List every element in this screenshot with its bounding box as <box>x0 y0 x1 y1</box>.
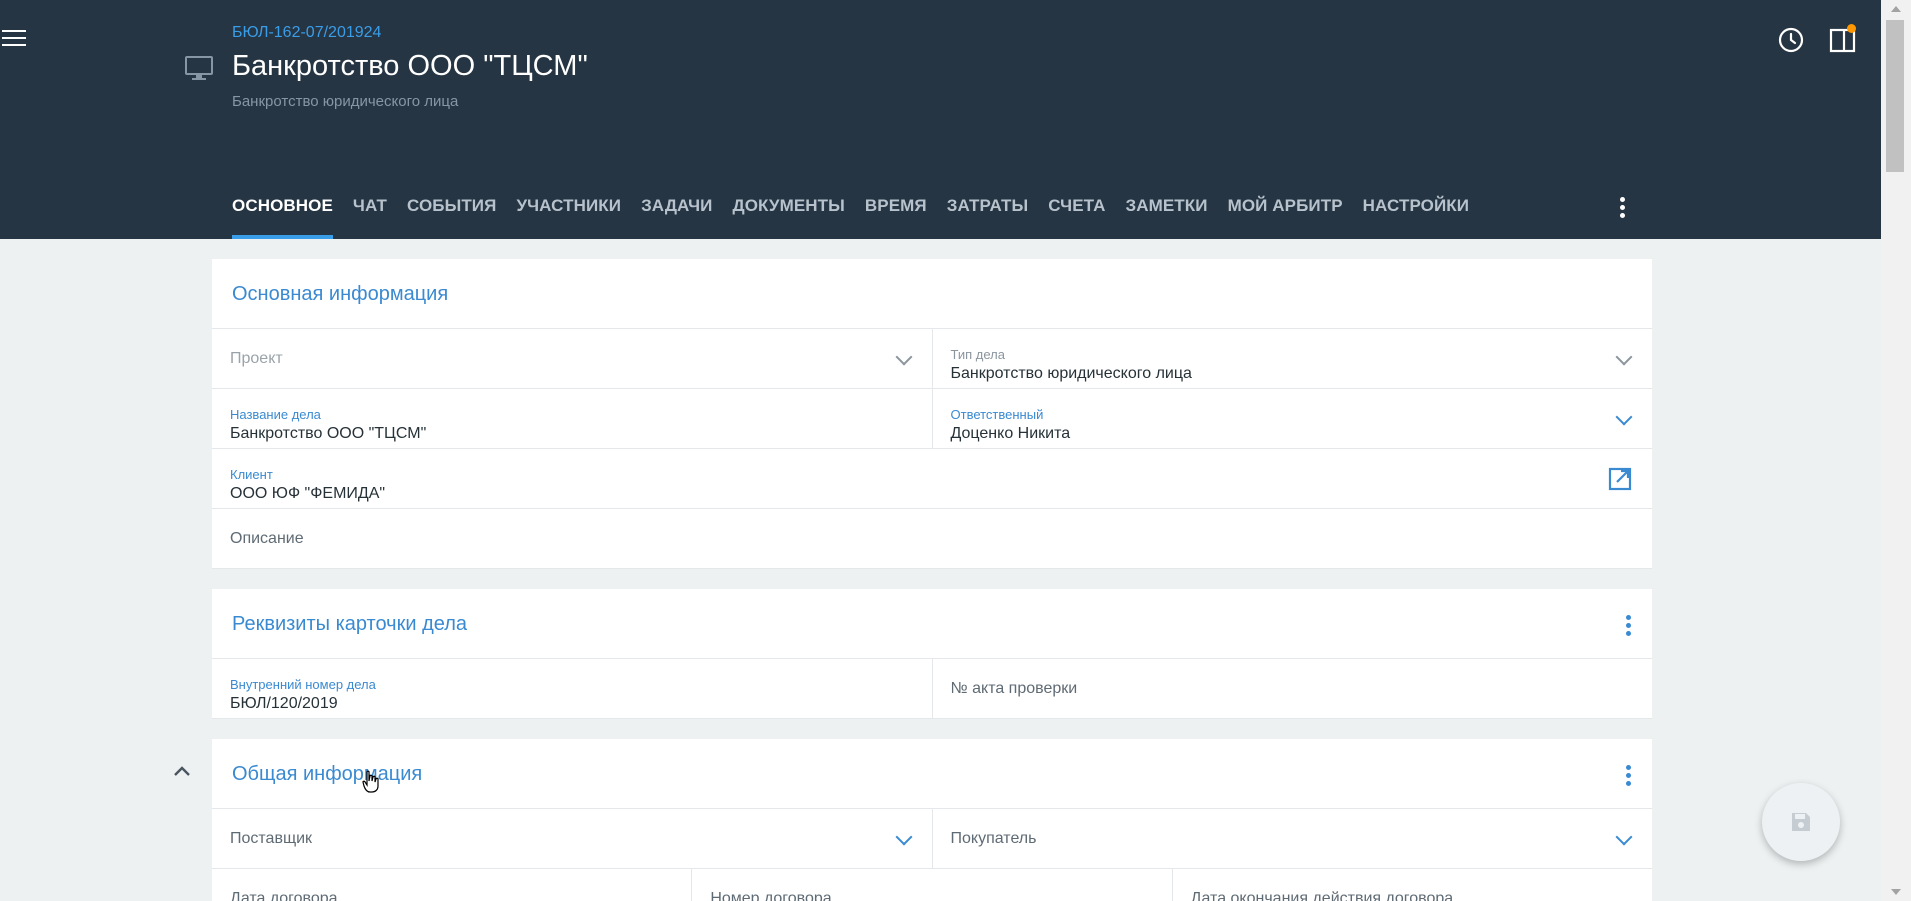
tab-invoices[interactable]: СЧЕТА <box>1048 196 1105 239</box>
general-info-card: Общая информация Поставщик Покупатель Да… <box>212 739 1652 901</box>
scrollbar-thumb[interactable] <box>1886 20 1904 172</box>
tab-events[interactable]: СОБЫТИЯ <box>407 196 496 239</box>
supplier-placeholder: Поставщик <box>230 830 313 847</box>
more-vert-icon[interactable] <box>1612 197 1632 221</box>
responsible-value: Доценко Никита <box>950 425 1071 442</box>
tab-bar: ОСНОВНОЕ ЧАТ СОБЫТИЯ УЧАСТНИКИ ЗАДАЧИ ДО… <box>232 196 1489 239</box>
chevron-down-icon[interactable] <box>895 348 912 366</box>
act-number-placeholder: № акта проверки <box>950 680 1078 697</box>
tab-time[interactable]: ВРЕМЯ <box>865 196 927 239</box>
more-vert-icon[interactable] <box>1618 615 1638 637</box>
client-field[interactable]: Клиент ООО ЮФ "ФЕМИДА" <box>212 449 1652 508</box>
page-title: Банкротство ООО "ТЦСМ" <box>232 50 588 82</box>
scroll-up-icon[interactable] <box>1891 6 1901 12</box>
description-field[interactable]: Описание <box>212 509 1652 568</box>
buyer-placeholder: Покупатель <box>950 830 1037 847</box>
project-placeholder: Проект <box>230 350 283 367</box>
tab-main[interactable]: ОСНОВНОЕ <box>232 196 333 239</box>
chevron-up-icon[interactable] <box>173 764 191 782</box>
act-number-field[interactable]: № акта проверки <box>931 659 1653 718</box>
supplier-select[interactable]: Поставщик <box>212 809 932 868</box>
card-header: Реквизиты карточки дела <box>212 589 1652 659</box>
card-title: Основная информация <box>232 283 449 305</box>
card-header: Основная информация <box>212 259 1652 329</box>
card-title: Общая информация <box>232 763 423 785</box>
app-header: БЮЛ-162-07/201924 Банкротство ООО "ТЦСМ"… <box>0 0 1881 239</box>
monitor-icon <box>185 56 213 87</box>
contract-date-field[interactable]: Дата договора <box>212 869 691 901</box>
tab-tasks[interactable]: ЗАДАЧИ <box>641 196 712 239</box>
internal-number-field[interactable]: Внутренний номер дела БЮЛ/120/2019 <box>212 659 932 718</box>
responsible-label: Ответственный <box>950 407 1044 422</box>
contract-end-placeholder: Дата окончания действия договора <box>1190 890 1454 901</box>
save-icon <box>1792 813 1810 831</box>
contract-number-field[interactable]: Номер договора <box>691 869 1171 901</box>
requisites-card: Реквизиты карточки дела Внутренний номер… <box>212 589 1652 719</box>
case-name-field[interactable]: Название дела Банкротство ООО "ТЦСМ" <box>212 389 932 448</box>
case-type-label: Тип дела <box>950 347 1005 362</box>
case-type-value: Банкротство юридического лица <box>950 365 1192 382</box>
card-header: Общая информация <box>212 739 1652 809</box>
contract-number-placeholder: Номер договора <box>710 890 832 901</box>
tab-documents[interactable]: ДОКУМЕНТЫ <box>732 196 844 239</box>
case-name-label: Название дела <box>230 407 321 422</box>
tab-notes[interactable]: ЗАМЕТКИ <box>1125 196 1207 239</box>
chevron-down-icon[interactable] <box>1615 348 1633 366</box>
card-title: Реквизиты карточки дела <box>232 613 467 635</box>
internal-number-label: Внутренний номер дела <box>230 677 376 692</box>
save-button[interactable] <box>1762 783 1840 861</box>
tab-chat[interactable]: ЧАТ <box>353 196 387 239</box>
tab-settings[interactable]: НАСТРОЙКИ <box>1363 196 1469 239</box>
chevron-down-icon[interactable] <box>895 828 912 846</box>
case-number: БЮЛ-162-07/201924 <box>232 24 382 41</box>
contract-end-field[interactable]: Дата окончания действия договора <box>1171 869 1652 901</box>
scroll-down-icon[interactable] <box>1891 889 1901 895</box>
contract-date-placeholder: Дата договора <box>230 890 338 901</box>
page-subtitle: Банкротство юридического лица <box>232 93 459 110</box>
chevron-down-icon[interactable] <box>1615 408 1633 426</box>
client-label: Клиент <box>230 467 273 482</box>
tab-my-arbiter[interactable]: МОЙ АРБИТР <box>1228 196 1343 239</box>
notification-badge <box>1847 24 1856 33</box>
tab-expenses[interactable]: ЗАТРАТЫ <box>947 196 1028 239</box>
menu-icon[interactable] <box>2 30 26 50</box>
buyer-select[interactable]: Покупатель <box>931 809 1653 868</box>
responsible-select[interactable]: Ответственный Доценко Никита <box>931 389 1653 448</box>
more-vert-icon[interactable] <box>1618 765 1638 787</box>
case-type-select[interactable]: Тип дела Банкротство юридического лица <box>931 329 1653 388</box>
clock-icon[interactable] <box>1777 26 1805 59</box>
case-name-value: Банкротство ООО "ТЦСМ" <box>230 425 427 442</box>
client-value: ООО ЮФ "ФЕМИДА" <box>230 485 386 502</box>
page-scrollbar[interactable] <box>1881 0 1911 901</box>
tab-participants[interactable]: УЧАСТНИКИ <box>516 196 621 239</box>
description-placeholder: Описание <box>230 530 304 547</box>
open-external-icon[interactable] <box>1608 467 1632 496</box>
project-select[interactable]: Проект <box>212 329 932 388</box>
chevron-down-icon[interactable] <box>1615 828 1633 846</box>
hand-cursor-icon <box>362 770 380 799</box>
internal-number-value: БЮЛ/120/2019 <box>230 695 338 712</box>
main-info-card: Основная информация Проект Тип дела Банк… <box>212 259 1652 569</box>
